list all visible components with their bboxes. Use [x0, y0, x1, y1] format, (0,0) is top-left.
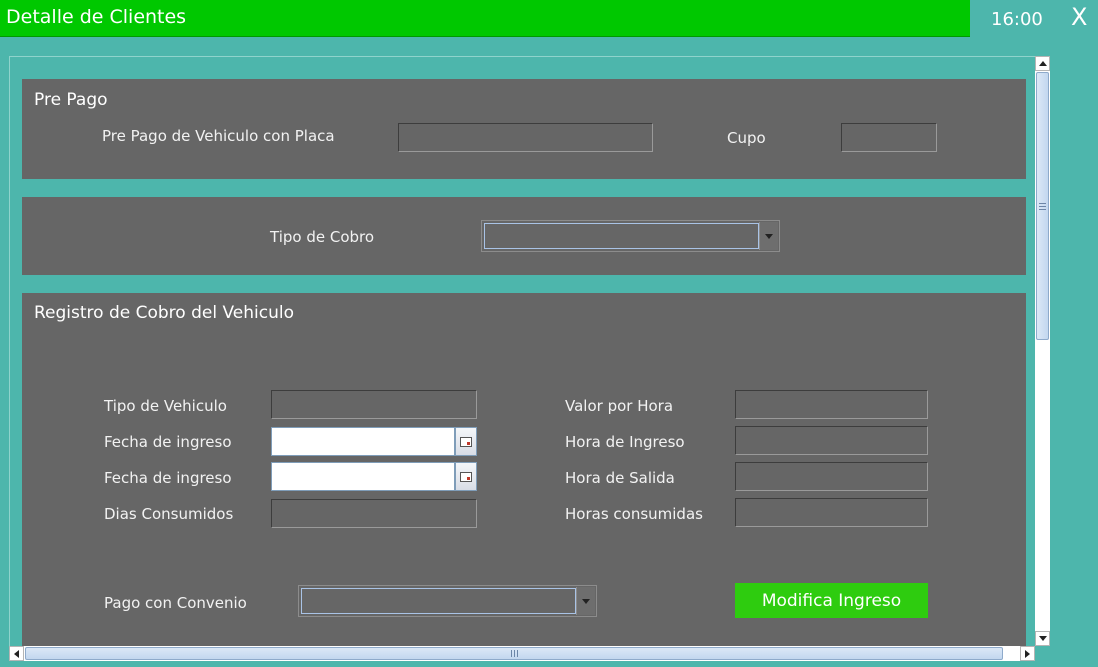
pago-convenio-value — [301, 588, 576, 614]
cupo-label: Cupo — [727, 129, 766, 147]
grip-icon — [510, 650, 518, 657]
fecha-ingreso-2-calendar-button[interactable] — [455, 462, 477, 491]
panel-registro-cobro: Registro de Cobro del Vehiculo Tipo de V… — [22, 293, 1026, 653]
fecha-ingreso-input[interactable] — [271, 427, 455, 456]
fecha-ingreso-2-label: Fecha de ingreso — [104, 469, 232, 487]
grip-icon — [1039, 202, 1046, 210]
arrow-left-icon — [14, 649, 19, 658]
hora-ingreso-input[interactable] — [735, 426, 928, 455]
scroll-down-button[interactable] — [1035, 631, 1050, 646]
vertical-scroll-thumb[interactable] — [1036, 72, 1049, 340]
horas-consumidas-input[interactable] — [735, 498, 928, 527]
scroll-up-button[interactable] — [1035, 56, 1050, 71]
calendar-icon — [460, 436, 472, 447]
fecha-ingreso-2-input[interactable] — [271, 462, 455, 491]
dias-consumidos-input[interactable] — [271, 499, 477, 528]
hora-salida-input[interactable] — [735, 462, 928, 491]
tipo-cobro-dropdown-button[interactable] — [759, 222, 778, 250]
valor-hora-input[interactable] — [735, 390, 928, 419]
horas-consumidas-label: Horas consumidas — [565, 505, 703, 523]
arrow-down-icon — [1038, 636, 1047, 641]
arrow-right-icon — [1025, 649, 1030, 658]
pago-convenio-label: Pago con Convenio — [104, 594, 247, 612]
pago-convenio-select[interactable] — [298, 585, 597, 617]
fecha-ingreso-label: Fecha de ingreso — [104, 433, 232, 451]
chevron-down-icon — [582, 598, 590, 604]
window-title: Detalle de Clientes — [6, 6, 187, 28]
panel-tipo-cobro: Tipo de Cobro — [22, 197, 1026, 275]
arrow-up-icon — [1038, 61, 1047, 66]
tipo-cobro-label: Tipo de Cobro — [270, 228, 375, 246]
panel-pre-pago: Pre Pago Pre Pago de Vehiculo con Placa … — [22, 79, 1026, 179]
calendar-icon — [460, 471, 472, 482]
vertical-scrollbar[interactable] — [1035, 56, 1050, 646]
hora-ingreso-label: Hora de Ingreso — [565, 433, 685, 451]
clock: 16:00 — [991, 9, 1043, 30]
valor-hora-label: Valor por Hora — [565, 397, 674, 415]
hora-salida-label: Hora de Salida — [565, 469, 675, 487]
tipo-vehiculo-label: Tipo de Vehiculo — [104, 397, 227, 415]
panel-title-registro: Registro de Cobro del Vehiculo — [34, 303, 294, 323]
cupo-input[interactable] — [841, 123, 937, 152]
close-button[interactable]: X — [1071, 3, 1087, 31]
scroll-right-button[interactable] — [1020, 646, 1035, 661]
tipo-cobro-value — [484, 223, 759, 249]
title-bar: Detalle de Clientes — [0, 0, 970, 37]
scroll-left-button[interactable] — [9, 646, 24, 661]
chevron-down-icon — [765, 233, 773, 239]
panel-title-pre-pago: Pre Pago — [34, 90, 108, 110]
dias-consumidos-label: Dias Consumidos — [104, 505, 234, 523]
tipo-vehiculo-input[interactable] — [271, 390, 477, 419]
horizontal-scroll-thumb[interactable] — [25, 647, 1003, 660]
modifica-ingreso-button[interactable]: Modifica Ingreso — [735, 583, 928, 618]
placa-label: Pre Pago de Vehiculo con Placa — [102, 127, 335, 145]
pago-convenio-dropdown-button[interactable] — [576, 587, 595, 615]
tipo-cobro-select[interactable] — [481, 220, 780, 252]
placa-input[interactable] — [398, 123, 653, 152]
horizontal-scrollbar[interactable] — [9, 646, 1035, 661]
fecha-ingreso-calendar-button[interactable] — [455, 427, 477, 456]
